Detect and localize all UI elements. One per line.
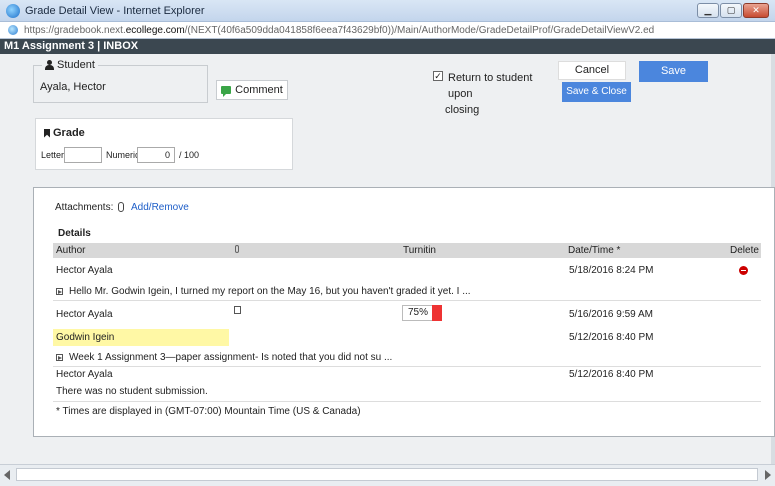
- paperclip-icon: [118, 202, 124, 212]
- row-1-author: Hector Ayala: [56, 265, 113, 276]
- row-divider: [53, 401, 761, 402]
- comment-button[interactable]: Comment: [216, 80, 288, 100]
- window-titlebar: Grade Detail View - Internet Explorer ▁ …: [0, 0, 775, 22]
- address-url[interactable]: https://gradebook.next.ecollege.com/(NEX…: [24, 25, 654, 36]
- window-controls: ▁ ▢ ✕: [697, 3, 769, 18]
- row-3-author: Godwin Igein: [56, 332, 115, 343]
- row-4-author: Hector Ayala: [56, 369, 113, 380]
- attachments-label: Attachments:: [55, 202, 114, 213]
- numeric-grade-input[interactable]: 0: [137, 147, 175, 163]
- document-icon[interactable]: [234, 306, 241, 314]
- timezone-footnote: * Times are displayed in (GMT-07:00) Mou…: [56, 406, 361, 417]
- student-legend: Student: [42, 59, 98, 71]
- attachment-column-icon: [235, 245, 239, 253]
- return-to-student-label-2: closing: [445, 104, 480, 116]
- column-datetime: Date/Time *: [568, 245, 621, 256]
- comment-icon: [221, 86, 232, 97]
- maximize-button[interactable]: ▢: [720, 3, 742, 18]
- row-1-datetime: 5/18/2016 8:24 PM: [569, 265, 654, 276]
- comment-label: Comment: [235, 84, 283, 96]
- add-remove-link[interactable]: Add/Remove: [131, 202, 189, 213]
- return-to-student-checkbox[interactable]: ✓: [433, 71, 443, 81]
- return-to-student-label: Return to student upon: [448, 72, 533, 100]
- delete-icon[interactable]: [739, 266, 748, 275]
- row-2-datetime: 5/16/2016 9:59 AM: [569, 309, 653, 320]
- person-icon: [45, 60, 54, 70]
- row-3-message[interactable]: Week 1 Assignment 3—paper assignment- Is…: [56, 352, 392, 363]
- row-divider: [53, 366, 761, 367]
- save-and-close-button[interactable]: Save & Close: [562, 82, 631, 102]
- internet-explorer-icon: [6, 4, 20, 18]
- expand-message-icon[interactable]: [56, 354, 63, 361]
- secure-site-icon: [8, 25, 18, 35]
- student-name: Ayala, Hector: [40, 81, 106, 93]
- details-panel: Attachments: Add/Remove Details Author T…: [33, 187, 775, 437]
- grade-detail-page: M1 Assignment 3 | INBOX Student Ayala, H…: [0, 39, 775, 464]
- grade-box: Grade Letter Numeric 0 / 100: [35, 118, 293, 170]
- expand-message-icon[interactable]: [56, 288, 63, 295]
- bookmark-icon: [44, 128, 50, 138]
- row-4-datetime: 5/12/2016 8:40 PM: [569, 369, 654, 380]
- window-title: Grade Detail View - Internet Explorer: [25, 5, 205, 17]
- row-3-datetime: 5/12/2016 8:40 PM: [569, 332, 654, 343]
- turnitin-score-indicator: [432, 305, 442, 321]
- letter-label: Letter: [41, 150, 65, 160]
- address-bar[interactable]: https://gradebook.next.ecollege.com/(NEX…: [0, 22, 775, 39]
- horizontal-scrollbar[interactable]: [0, 464, 775, 486]
- column-delete: Delete: [730, 245, 759, 256]
- row-divider: [53, 300, 761, 301]
- row-1-message[interactable]: Hello Mr. Godwin Igein, I turned my repo…: [56, 286, 471, 297]
- letter-grade-input[interactable]: [64, 147, 102, 163]
- student-label: Student: [57, 59, 95, 71]
- scrollbar-thumb[interactable]: [16, 468, 758, 481]
- close-button[interactable]: ✕: [743, 3, 769, 18]
- grade-title: Grade: [44, 127, 85, 139]
- row-2-author: Hector Ayala: [56, 309, 113, 320]
- student-box: Student Ayala, Hector: [33, 59, 208, 103]
- column-turnitin: Turnitin: [403, 245, 436, 256]
- details-table-header: Author Turnitin Date/Time * Delete: [53, 243, 761, 258]
- grade-out-of: / 100: [179, 150, 200, 160]
- minimize-button[interactable]: ▁: [697, 3, 719, 18]
- save-button[interactable]: Save: [639, 61, 708, 82]
- return-to-student-option: ✓ Return to student upon closing: [433, 70, 548, 118]
- row-4-message: There was no student submission.: [56, 386, 208, 397]
- scroll-right-icon[interactable]: [765, 470, 771, 480]
- scroll-left-icon[interactable]: [4, 470, 10, 480]
- cancel-button[interactable]: Cancel: [558, 61, 626, 80]
- details-title: Details: [58, 228, 91, 239]
- page-title: M1 Assignment 3 | INBOX: [0, 39, 775, 54]
- column-author: Author: [56, 245, 86, 256]
- numeric-label: Numeric: [106, 150, 140, 160]
